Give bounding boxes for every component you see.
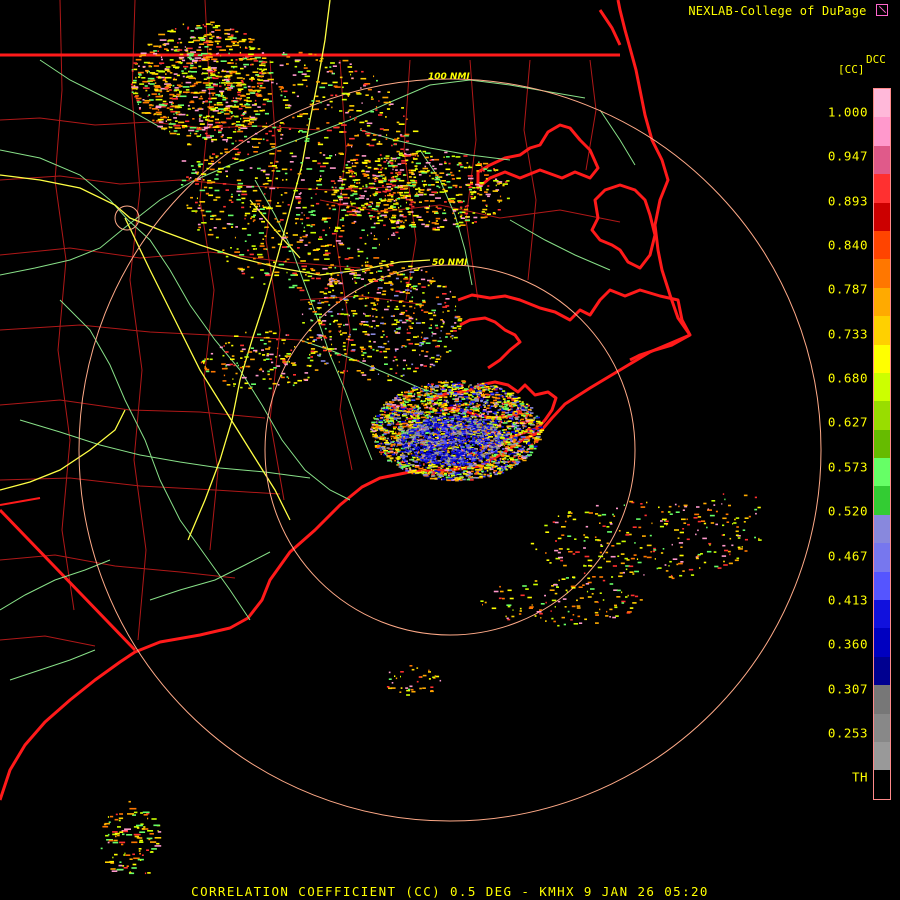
color-scale-bar	[873, 88, 891, 800]
credit-text: NEXLAB-College of DuPage	[688, 4, 867, 18]
scale-tick-label: 0.680	[827, 370, 868, 386]
scale-tick-label: 0.787	[827, 281, 868, 297]
scale-tick-label: 0.627	[827, 414, 868, 430]
scale-segment	[874, 458, 890, 487]
scale-tick-label: 0.947	[827, 148, 868, 164]
scale-segment	[874, 429, 890, 459]
scale-tick-label: TH	[851, 769, 868, 785]
scale-segment	[874, 486, 890, 515]
scale-tick-label: 0.840	[827, 237, 868, 253]
credit-label: NEXLAB-College of DuPage	[688, 4, 888, 18]
scale-segment	[874, 344, 890, 373]
scale-tick-label: 0.360	[827, 636, 868, 652]
scale-tick-label: 0.307	[827, 681, 868, 697]
ring-label-100: 100 NMI	[428, 72, 470, 82]
coastline	[0, 0, 692, 801]
scale-tick-label: 0.520	[827, 503, 868, 519]
scale-segment	[874, 287, 890, 317]
scale-segment	[874, 401, 890, 430]
scale-tick-label: 0.573	[827, 459, 868, 475]
product-code: DCC	[866, 53, 886, 66]
scale-segment	[874, 202, 890, 231]
scale-tick-label: 0.467	[827, 548, 868, 563]
footer-caption: CORRELATION COEFFICIENT (CC) 0.5 DEG - K…	[191, 884, 709, 899]
scale-segment	[874, 713, 890, 742]
scale-segment	[874, 230, 890, 260]
scale-segment	[874, 316, 890, 345]
scale-segment	[874, 89, 890, 118]
scale-segment	[874, 145, 890, 175]
scale-segment	[874, 628, 890, 657]
radar-map	[0, 0, 822, 875]
scale-tick-label: 0.733	[827, 326, 868, 342]
scale-segment	[874, 571, 890, 601]
radar-echoes	[100, 21, 762, 875]
scale-segment	[874, 600, 890, 629]
scale-tick-label: 0.413	[827, 592, 868, 608]
scale-segment	[874, 656, 890, 686]
state-border	[0, 53, 620, 652]
scale-tick-label: 0.253	[827, 725, 868, 741]
range-rings	[78, 78, 822, 822]
cod-logo-icon	[876, 4, 888, 16]
county-lines	[0, 0, 621, 647]
state-border-west	[0, 497, 41, 506]
scale-segment	[874, 514, 890, 544]
product-unit: [CC]	[838, 63, 865, 76]
scale-segment	[874, 543, 890, 572]
scale-tick-label: 1.000	[827, 104, 868, 120]
scale-segment	[874, 741, 890, 771]
scale-segment	[874, 117, 890, 146]
scale-segment	[874, 174, 890, 203]
radar-view: NEXLAB-College of DuPage DCC [CC] 1.000 0…	[0, 0, 900, 900]
scale-segment	[874, 770, 890, 799]
ring-label-50: 50 NMI	[432, 258, 468, 268]
scale-segment	[874, 259, 890, 288]
scale-segment	[874, 685, 890, 714]
range-ring-100	[78, 78, 822, 822]
scale-tick-label: 0.893	[827, 193, 868, 209]
scale-segment	[874, 372, 890, 402]
